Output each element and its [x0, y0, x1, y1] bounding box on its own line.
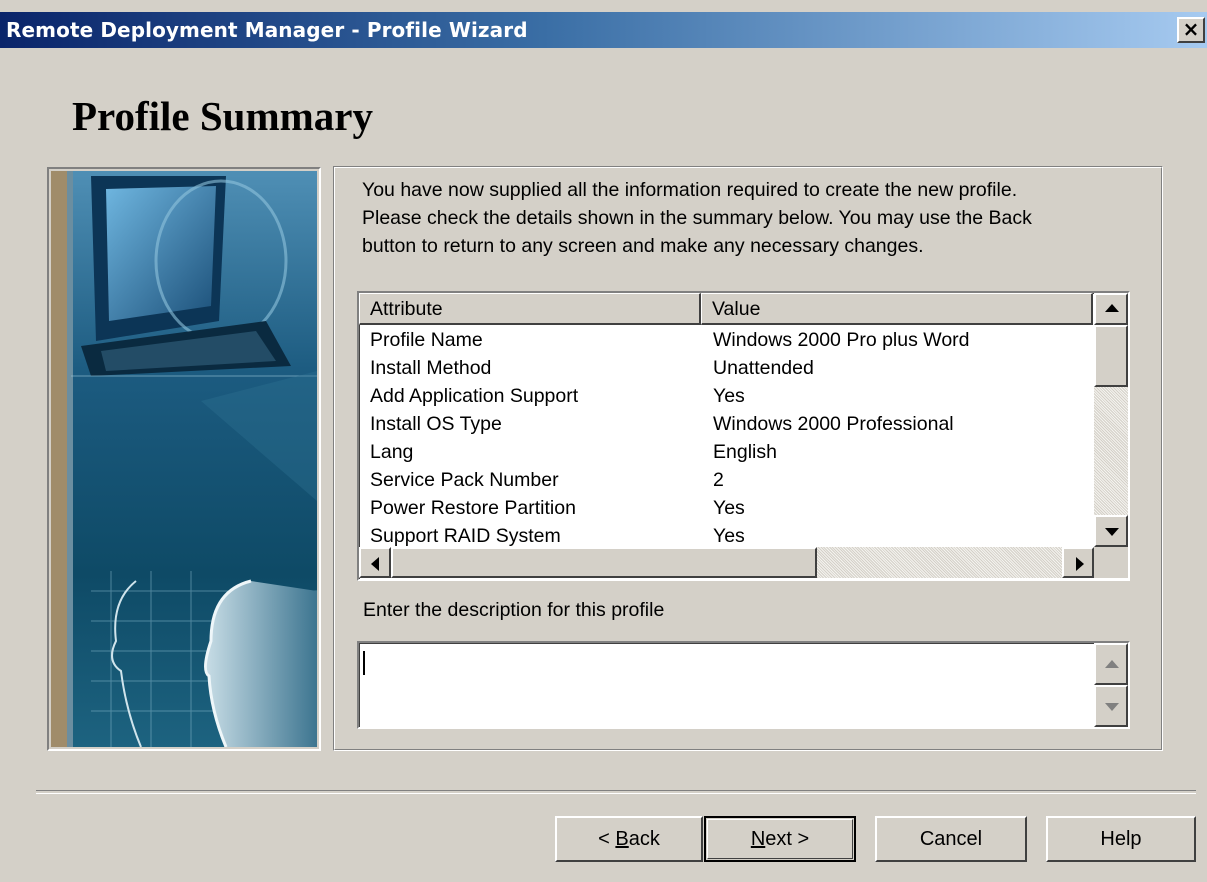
description-label: Enter the description for this profile — [363, 599, 665, 621]
value-cell: English — [713, 441, 777, 463]
scroll-thumb[interactable] — [1094, 325, 1128, 387]
page-title: Profile Summary — [72, 93, 373, 139]
description-scroll-up-button[interactable] — [1094, 643, 1128, 685]
side-banner-image — [51, 171, 317, 747]
next-button[interactable]: Next > — [704, 816, 856, 862]
value-cell: Yes — [713, 497, 745, 519]
arrow-right-icon — [1076, 557, 1084, 571]
attribute-cell: Install Method — [370, 357, 492, 379]
column-header-attribute[interactable]: Attribute — [359, 293, 701, 325]
attribute-cell: Power Restore Partition — [370, 497, 576, 519]
scroll-left-button[interactable] — [359, 547, 391, 578]
arrow-up-icon — [1105, 660, 1119, 668]
description-input[interactable] — [357, 641, 1130, 729]
value-cell: Windows 2000 Professional — [713, 413, 954, 435]
intro-line: button to return to any screen and make … — [362, 235, 924, 257]
attribute-cell: Add Application Support — [370, 385, 579, 407]
arrow-up-icon — [1105, 304, 1119, 312]
table-row[interactable]: Power Restore Partition Yes — [359, 494, 1093, 522]
monitor-and-heads-illustration — [51, 171, 317, 747]
value-cell: Yes — [713, 525, 745, 546]
intro-line: You have now supplied all the informatio… — [362, 179, 1018, 201]
description-scrollbar[interactable] — [1094, 643, 1128, 727]
scrollbar-corner — [1094, 547, 1128, 578]
vertical-scrollbar[interactable] — [1094, 293, 1128, 547]
back-label-rest: ack — [628, 828, 660, 850]
value-cell: 2 — [713, 469, 724, 491]
window-title: Remote Deployment Manager - Profile Wiza… — [6, 18, 528, 42]
summary-list[interactable]: Attribute Value Profile Name Windows 200… — [357, 291, 1130, 581]
intro-line: Please check the details shown in the su… — [362, 207, 1032, 229]
table-row[interactable]: Profile Name Windows 2000 Pro plus Word — [359, 326, 1093, 354]
list-rows: Profile Name Windows 2000 Pro plus Word … — [359, 326, 1093, 546]
text-caret — [363, 651, 365, 675]
close-icon: × — [1182, 17, 1200, 41]
column-header-value[interactable]: Value — [701, 293, 1093, 325]
table-row[interactable]: Install OS Type Windows 2000 Professiona… — [359, 410, 1093, 438]
horizontal-scrollbar[interactable] — [359, 547, 1094, 578]
side-banner-frame — [47, 167, 321, 751]
arrow-left-icon — [371, 557, 379, 571]
table-row[interactable]: Service Pack Number 2 — [359, 466, 1093, 494]
attribute-cell: Install OS Type — [370, 413, 502, 435]
description-scroll-down-button[interactable] — [1094, 685, 1128, 727]
scroll-right-button[interactable] — [1062, 547, 1094, 578]
value-cell: Windows 2000 Pro plus Word — [713, 329, 970, 351]
help-button[interactable]: Help — [1046, 816, 1196, 862]
close-button[interactable]: × — [1177, 17, 1205, 43]
list-header: Attribute Value — [359, 293, 1093, 325]
back-label-prefix: < — [598, 828, 616, 850]
button-separator — [36, 790, 1196, 794]
arrow-down-icon — [1105, 528, 1119, 536]
back-button[interactable]: < Back — [555, 816, 703, 862]
horizontal-scroll-thumb[interactable] — [391, 547, 817, 578]
table-row[interactable]: Install Method Unattended — [359, 354, 1093, 382]
wizard-window: Remote Deployment Manager - Profile Wiza… — [0, 0, 1207, 882]
value-cell: Yes — [713, 385, 745, 407]
scroll-up-button[interactable] — [1094, 293, 1128, 325]
attribute-cell: Support RAID System — [370, 525, 561, 546]
table-row[interactable]: Support RAID System Yes — [359, 522, 1093, 546]
table-row[interactable]: Lang English — [359, 438, 1093, 466]
table-row[interactable]: Add Application Support Yes — [359, 382, 1093, 410]
value-cell: Unattended — [713, 357, 814, 379]
back-mnemonic: B — [615, 828, 629, 850]
arrow-down-icon — [1105, 703, 1119, 711]
intro-text: You have now supplied all the informatio… — [362, 176, 1142, 260]
attribute-cell: Profile Name — [370, 329, 483, 351]
cancel-button[interactable]: Cancel — [875, 816, 1027, 862]
attribute-cell: Lang — [370, 441, 414, 463]
title-bar[interactable]: Remote Deployment Manager - Profile Wiza… — [0, 12, 1207, 48]
attribute-cell: Service Pack Number — [370, 469, 559, 491]
scroll-down-button[interactable] — [1094, 515, 1128, 547]
